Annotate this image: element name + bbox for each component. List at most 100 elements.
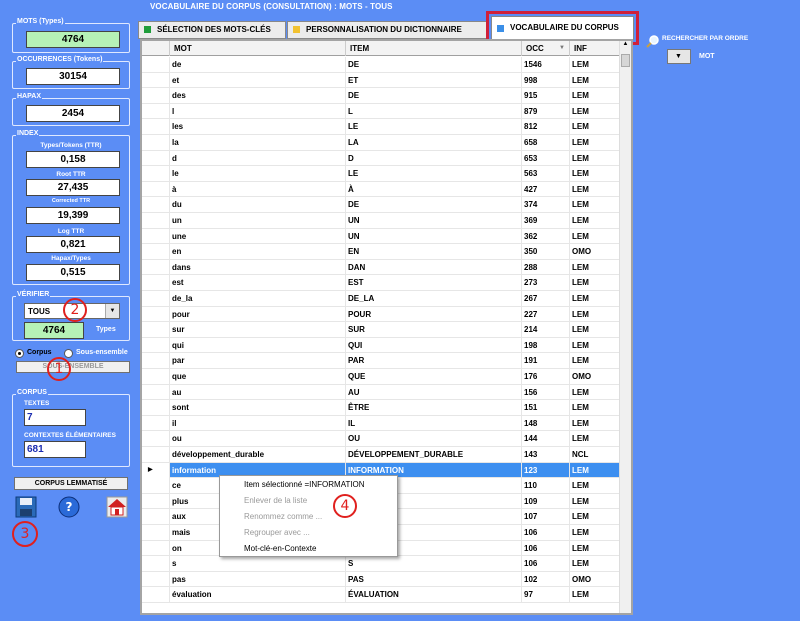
save-icon[interactable] bbox=[15, 496, 37, 518]
row-indicator[interactable] bbox=[142, 119, 170, 135]
row-indicator[interactable] bbox=[142, 259, 170, 275]
cell-item: ÊTRE bbox=[346, 400, 522, 416]
row-indicator[interactable] bbox=[142, 181, 170, 197]
row-indicator[interactable] bbox=[142, 509, 170, 525]
row-indicator[interactable] bbox=[142, 571, 170, 587]
row-indicator[interactable] bbox=[142, 353, 170, 369]
scroll-thumb[interactable] bbox=[621, 54, 630, 67]
row-indicator[interactable] bbox=[142, 88, 170, 104]
table-row[interactable]: une UN 362 LEM bbox=[142, 228, 620, 245]
menu-item-rename[interactable]: Renommez comme ... bbox=[244, 512, 322, 521]
table-row[interactable]: et ET 998 LEM bbox=[142, 72, 620, 89]
table-row[interactable]: l L 879 LEM bbox=[142, 103, 620, 120]
header-occ[interactable]: OCC ▼ bbox=[522, 41, 570, 56]
header-mot[interactable]: MOT bbox=[170, 41, 346, 56]
table-row[interactable]: du DE 374 LEM bbox=[142, 197, 620, 213]
table-row[interactable]: la LA 658 LEM bbox=[142, 135, 620, 151]
table-row[interactable]: à À 427 LEM bbox=[142, 181, 620, 198]
corpus-group: CORPUS TEXTES 7 CONTEXTES ÉLÉMENTAIRES 6… bbox=[12, 389, 130, 467]
table-row[interactable]: d D 653 LEM bbox=[142, 150, 620, 167]
header-item[interactable]: ITEM bbox=[346, 41, 522, 56]
row-indicator[interactable] bbox=[142, 525, 170, 540]
tab-personnalisation-dictionnaire[interactable]: PERSONNALISATION DU DICTIONNAIRE bbox=[287, 21, 487, 39]
cell-item: ET bbox=[346, 72, 522, 88]
row-indicator[interactable]: ▶ bbox=[142, 462, 170, 478]
order-dropdown[interactable]: ▼ bbox=[667, 49, 691, 64]
cell-inf: LEM bbox=[570, 525, 620, 540]
row-indicator[interactable] bbox=[142, 400, 170, 416]
row-indicator[interactable] bbox=[142, 306, 170, 322]
table-row[interactable]: de_la DE_LA 267 LEM bbox=[142, 291, 620, 307]
table-row[interactable]: par PAR 191 LEM bbox=[142, 353, 620, 369]
home-icon[interactable] bbox=[106, 496, 128, 518]
table-row[interactable]: ou OU 144 LEM bbox=[142, 431, 620, 447]
corpus-radio[interactable] bbox=[15, 349, 24, 358]
row-indicator[interactable] bbox=[142, 447, 170, 462]
row-indicator[interactable] bbox=[142, 197, 170, 213]
table-row[interactable]: évaluation ÉVALUATION 97 LEM bbox=[142, 587, 620, 603]
row-indicator[interactable] bbox=[142, 213, 170, 228]
menu-item-selected-info[interactable]: Item sélectionné =INFORMATION bbox=[244, 480, 365, 489]
cell-occ: 109 bbox=[522, 493, 570, 509]
table-row[interactable]: sont ÊTRE 151 LEM bbox=[142, 400, 620, 416]
row-indicator[interactable] bbox=[142, 415, 170, 431]
hapax-types-label: Hapax/Types bbox=[51, 255, 91, 262]
table-row[interactable]: des DE 915 LEM bbox=[142, 88, 620, 104]
row-indicator[interactable] bbox=[142, 431, 170, 447]
table-row[interactable]: les LE 812 LEM bbox=[142, 119, 620, 135]
row-indicator[interactable] bbox=[142, 135, 170, 150]
corpus-lemmatise-button[interactable]: CORPUS LEMMATISÉ bbox=[14, 477, 128, 490]
subset-radio-label: Sous-ensemble bbox=[76, 349, 128, 356]
table-row[interactable]: qui QUI 198 LEM bbox=[142, 337, 620, 354]
row-indicator[interactable] bbox=[142, 275, 170, 291]
subset-radio[interactable] bbox=[64, 349, 73, 358]
row-indicator[interactable] bbox=[142, 57, 170, 72]
row-indicator[interactable] bbox=[142, 72, 170, 88]
table-row[interactable]: que QUE 176 OMO bbox=[142, 369, 620, 385]
row-indicator[interactable] bbox=[142, 103, 170, 119]
help-icon[interactable]: ? bbox=[58, 496, 80, 518]
table-row[interactable]: est EST 273 LEM bbox=[142, 275, 620, 291]
subset-button[interactable]: SOUS-ENSEMBLE bbox=[16, 361, 130, 373]
table-row[interactable]: pour POUR 227 LEM bbox=[142, 306, 620, 323]
table-row[interactable]: le LE 563 LEM bbox=[142, 166, 620, 182]
row-indicator[interactable] bbox=[142, 384, 170, 400]
row-indicator[interactable] bbox=[142, 150, 170, 166]
menu-item-group[interactable]: Regrouper avec ... bbox=[244, 528, 310, 537]
row-indicator[interactable] bbox=[142, 228, 170, 244]
table-scrollbar[interactable]: ▲ bbox=[619, 41, 631, 613]
scroll-up-icon[interactable]: ▲ bbox=[620, 41, 631, 53]
search-icon[interactable] bbox=[646, 35, 660, 51]
row-indicator[interactable] bbox=[142, 291, 170, 306]
row-indicator[interactable] bbox=[142, 587, 170, 603]
header-inf[interactable]: INF bbox=[570, 41, 620, 56]
row-indicator[interactable] bbox=[142, 556, 170, 572]
cell-item: UN bbox=[346, 213, 522, 228]
table-row[interactable]: au AU 156 LEM bbox=[142, 384, 620, 401]
table-row[interactable]: pas PAS 102 OMO bbox=[142, 571, 620, 588]
corrected-ttr-value: 19,399 bbox=[26, 207, 120, 224]
table-row[interactable]: un UN 369 LEM bbox=[142, 213, 620, 229]
table-row[interactable]: développement_durable DÉVELOPPEMENT_DURAB… bbox=[142, 447, 620, 463]
table-row[interactable]: il IL 148 LEM bbox=[142, 415, 620, 432]
menu-item-kwic[interactable]: Mot-clé-en-Contexte bbox=[244, 544, 316, 553]
table-row[interactable]: s S 106 LEM bbox=[142, 556, 620, 572]
tab-selection-mots-cles[interactable]: SÉLECTION DES MOTS-CLÉS bbox=[138, 21, 286, 39]
row-indicator[interactable] bbox=[142, 540, 170, 556]
table-row[interactable]: dans DAN 288 LEM bbox=[142, 259, 620, 276]
row-indicator[interactable] bbox=[142, 337, 170, 353]
cell-occ: 110 bbox=[522, 478, 570, 494]
row-indicator[interactable] bbox=[142, 166, 170, 182]
table-row[interactable]: en EN 350 OMO bbox=[142, 244, 620, 260]
table-row[interactable]: de DE 1546 LEM bbox=[142, 57, 620, 73]
cell-occ: 198 bbox=[522, 337, 570, 353]
row-indicator[interactable] bbox=[142, 244, 170, 260]
row-indicator[interactable] bbox=[142, 322, 170, 338]
row-indicator[interactable] bbox=[142, 493, 170, 509]
row-indicator[interactable] bbox=[142, 478, 170, 494]
cell-inf: NCL bbox=[570, 447, 620, 462]
table-row[interactable]: sur SUR 214 LEM bbox=[142, 322, 620, 338]
menu-item-remove[interactable]: Enlever de la liste bbox=[244, 496, 307, 505]
cell-item: OU bbox=[346, 431, 522, 447]
row-indicator[interactable] bbox=[142, 369, 170, 384]
